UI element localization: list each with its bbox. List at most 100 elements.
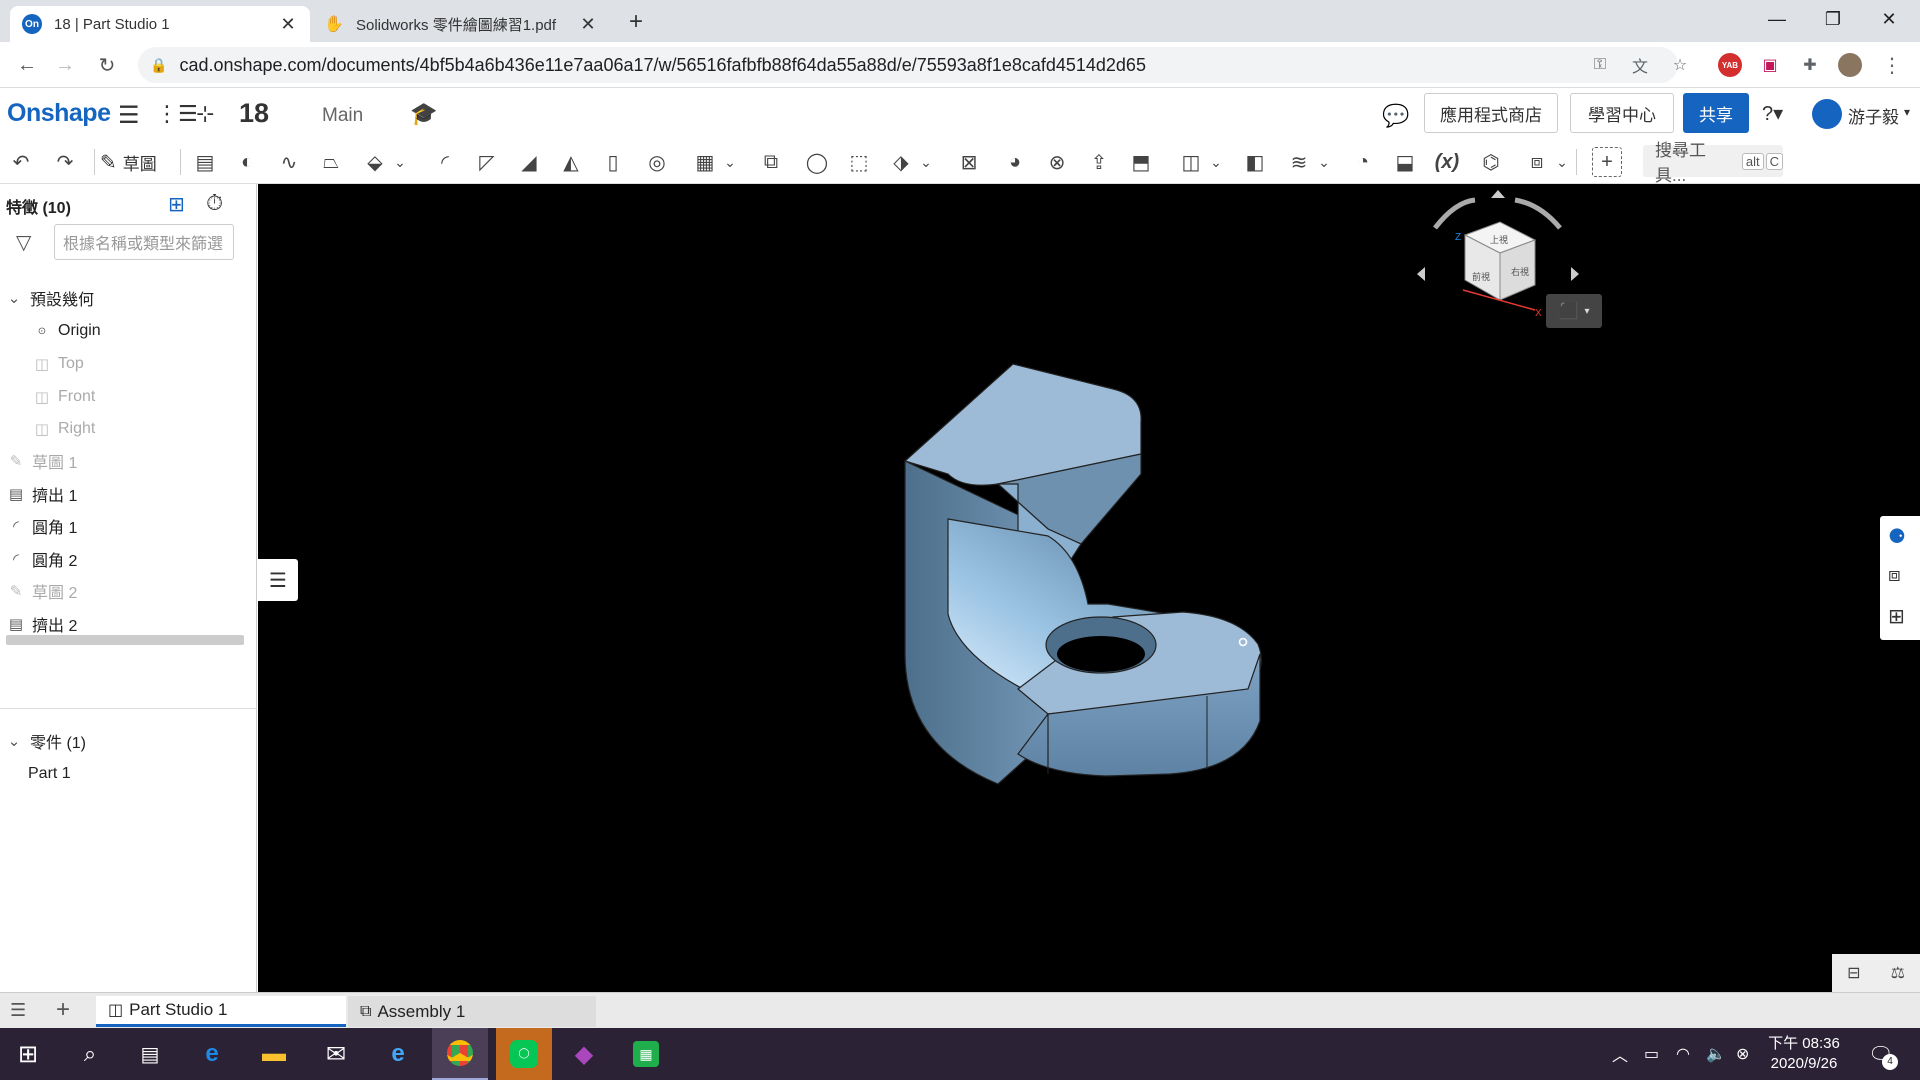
measure-panel-icon[interactable]: ⊟ bbox=[1847, 963, 1860, 983]
frame-tool-icon[interactable]: ⌬ bbox=[1476, 147, 1506, 177]
sheet-metal-icon[interactable]: ⬓ bbox=[1390, 147, 1420, 177]
close-tab-icon[interactable]: ✕ bbox=[578, 14, 598, 35]
feature-item-fillet-1[interactable]: ◜ 圓角 1 bbox=[0, 510, 257, 542]
browser-tab-part-studio[interactable]: On 18 | Part Studio 1 ✕ bbox=[10, 6, 310, 42]
volume-icon[interactable]: 🔈 bbox=[1706, 1042, 1726, 1066]
feature-filter-input[interactable]: 根據名稱或類型來篩選 bbox=[54, 224, 234, 260]
file-explorer-icon[interactable]: ▬ bbox=[246, 1028, 302, 1080]
undo-icon[interactable]: ↶ bbox=[6, 147, 36, 177]
dropdown-chevron-icon[interactable]: ⌄ bbox=[1208, 147, 1224, 177]
rotate-right-arrow[interactable] bbox=[1514, 197, 1562, 230]
mail-icon[interactable]: ✉ bbox=[308, 1028, 364, 1080]
paint-app-icon[interactable]: ◆ bbox=[556, 1028, 612, 1080]
configurations-icon[interactable]: ⧈ bbox=[1888, 564, 1901, 587]
delete-part-icon[interactable]: ⊠ bbox=[954, 147, 984, 177]
plane-tool-icon[interactable]: ◫ bbox=[1176, 147, 1206, 177]
fillet-tool-icon[interactable]: ◜ bbox=[430, 147, 460, 177]
dropdown-chevron-icon[interactable]: ⌄ bbox=[722, 147, 738, 177]
chrome-icon[interactable] bbox=[432, 1028, 488, 1080]
mate-features-icon[interactable]: ⊞ bbox=[1888, 604, 1905, 629]
rotate-right-triangle[interactable] bbox=[1571, 267, 1579, 281]
loft-tool-icon[interactable]: ⏢ bbox=[316, 147, 346, 177]
tab-part-studio[interactable]: ◫ Part Studio 1 bbox=[96, 996, 346, 1027]
delete-face-icon[interactable]: ⊗ bbox=[1042, 147, 1072, 177]
appearance-icon[interactable]: ⚈ bbox=[1888, 524, 1906, 549]
key-icon[interactable]: ⚿ bbox=[1588, 53, 1612, 77]
feature-item-extrude-1[interactable]: ▤ 擠出 1 bbox=[0, 478, 257, 510]
restore-icon[interactable]: ❐ bbox=[1810, 0, 1856, 38]
branch-name[interactable]: Main bbox=[322, 105, 363, 127]
no-network-icon[interactable]: ⊗ bbox=[1736, 1042, 1749, 1066]
helix-tool-icon[interactable]: ≋ bbox=[1284, 147, 1314, 177]
document-tree-icon[interactable]: ⋮☰ bbox=[156, 101, 198, 127]
close-window-icon[interactable]: ✕ bbox=[1866, 0, 1912, 38]
version-graph-icon[interactable]: ⊹ bbox=[196, 101, 214, 127]
part-item[interactable]: Part 1 bbox=[0, 758, 257, 790]
url-bar[interactable]: 🔒 cad.onshape.com/documents/4bf5b4a6b436… bbox=[138, 47, 1678, 83]
thicken-tool-icon[interactable]: ⬙ bbox=[360, 147, 390, 177]
rollback-bar[interactable] bbox=[6, 635, 244, 645]
extensions-puzzle-icon[interactable]: ✚ bbox=[1798, 53, 1822, 77]
document-name[interactable]: 18 bbox=[239, 98, 269, 129]
app-store-button[interactable]: 應用程式商店 bbox=[1424, 93, 1558, 133]
chamfer-tool-icon[interactable]: ◸ bbox=[472, 147, 502, 177]
translate-icon[interactable]: 文 bbox=[1628, 53, 1652, 77]
extrude-tool-icon[interactable]: ▤ bbox=[190, 147, 220, 177]
rotate-up-arrow[interactable] bbox=[1491, 190, 1505, 198]
feature-item-right-plane[interactable]: ◫ Right bbox=[0, 413, 257, 445]
task-view-icon[interactable]: ▤ bbox=[122, 1028, 178, 1080]
chevron-down-icon[interactable]: ⌄ bbox=[4, 731, 24, 751]
pocket-extension-icon[interactable]: ▣ bbox=[1758, 53, 1782, 77]
internet-explorer-icon[interactable]: e bbox=[370, 1028, 426, 1080]
line-app-icon[interactable]: ◯ bbox=[496, 1028, 552, 1080]
move-face-icon[interactable]: ⇪ bbox=[1084, 147, 1114, 177]
part-3d-model[interactable] bbox=[258, 184, 1920, 992]
tray-expand-icon[interactable]: ︿ bbox=[1612, 1042, 1628, 1066]
parts-group[interactable]: ⌄ 零件 (1) bbox=[0, 725, 257, 757]
rollback-timer-icon[interactable]: ⏱ bbox=[206, 190, 223, 216]
windows-start-icon[interactable]: ⊞ bbox=[0, 1028, 56, 1080]
browser-menu-icon[interactable]: ⋮ bbox=[1880, 53, 1904, 77]
redo-icon[interactable]: ↷ bbox=[50, 147, 80, 177]
rib-tool-icon[interactable]: ◭ bbox=[556, 147, 586, 177]
dropdown-chevron-icon[interactable]: ⌄ bbox=[1316, 147, 1332, 177]
view-mode-dropdown[interactable]: ⬛ ▾ bbox=[1546, 294, 1602, 328]
wifi-icon[interactable]: ◠ bbox=[1676, 1042, 1690, 1066]
feature-item-sketch-2[interactable]: ✎ 草圖 2 bbox=[0, 575, 257, 607]
mass-properties-icon[interactable]: ⚖ bbox=[1891, 963, 1905, 983]
filter-icon[interactable]: ▽ bbox=[16, 230, 31, 255]
dropdown-chevron-icon[interactable]: ⌄ bbox=[1554, 147, 1570, 177]
measure-tool-icon[interactable]: ◔ bbox=[1348, 147, 1378, 177]
search-tools-input[interactable]: 搜尋工具... alt C bbox=[1643, 141, 1783, 185]
reload-icon[interactable]: ↻ bbox=[92, 50, 122, 80]
add-tab-icon[interactable]: + bbox=[56, 996, 70, 1024]
replace-face-icon[interactable]: ⬒ bbox=[1126, 147, 1156, 177]
mirror-tool-icon[interactable]: ⧉ bbox=[756, 147, 786, 177]
rotate-left-arrow[interactable] bbox=[1433, 197, 1476, 230]
sweep-tool-icon[interactable]: ∿ bbox=[274, 147, 304, 177]
surface-tool-icon[interactable]: ⧈ bbox=[1522, 147, 1552, 177]
yab-extension-icon[interactable]: YAB bbox=[1718, 53, 1742, 77]
help-icon[interactable]: ?▾ bbox=[1762, 101, 1783, 126]
user-menu-chevron-icon[interactable]: ▾ bbox=[1904, 105, 1910, 119]
modify-fillet-icon[interactable]: ◕ bbox=[1000, 147, 1030, 177]
learning-center-button[interactable]: 學習中心 bbox=[1570, 93, 1674, 133]
variable-tool-icon[interactable]: (x) bbox=[1432, 147, 1462, 177]
feature-item-front-plane[interactable]: ◫ Front bbox=[0, 381, 257, 413]
tab-assembly[interactable]: ⧉ Assembly 1 bbox=[348, 996, 596, 1027]
user-name[interactable]: 游子毅 bbox=[1848, 103, 1899, 128]
tab-manager-icon[interactable]: ☰ bbox=[10, 1000, 26, 1021]
feature-item-sketch-1[interactable]: ✎ 草圖 1 bbox=[0, 445, 257, 477]
split-tool-icon[interactable]: ⬚ bbox=[844, 147, 874, 177]
back-icon[interactable]: ← bbox=[12, 50, 42, 80]
dropdown-chevron-icon[interactable]: ⌄ bbox=[392, 147, 408, 177]
edge-browser-icon[interactable]: e bbox=[184, 1028, 240, 1080]
transform-tool-icon[interactable]: ⬗ bbox=[886, 147, 916, 177]
user-avatar-icon[interactable] bbox=[1812, 99, 1842, 129]
forward-icon[interactable]: → bbox=[50, 50, 80, 80]
rotate-left-triangle[interactable] bbox=[1417, 267, 1425, 281]
comments-icon[interactable]: 💬 bbox=[1382, 103, 1409, 129]
add-folder-icon[interactable]: ⊞ bbox=[168, 192, 185, 217]
minimize-icon[interactable]: — bbox=[1754, 0, 1800, 38]
close-tab-icon[interactable]: ✕ bbox=[278, 14, 298, 35]
